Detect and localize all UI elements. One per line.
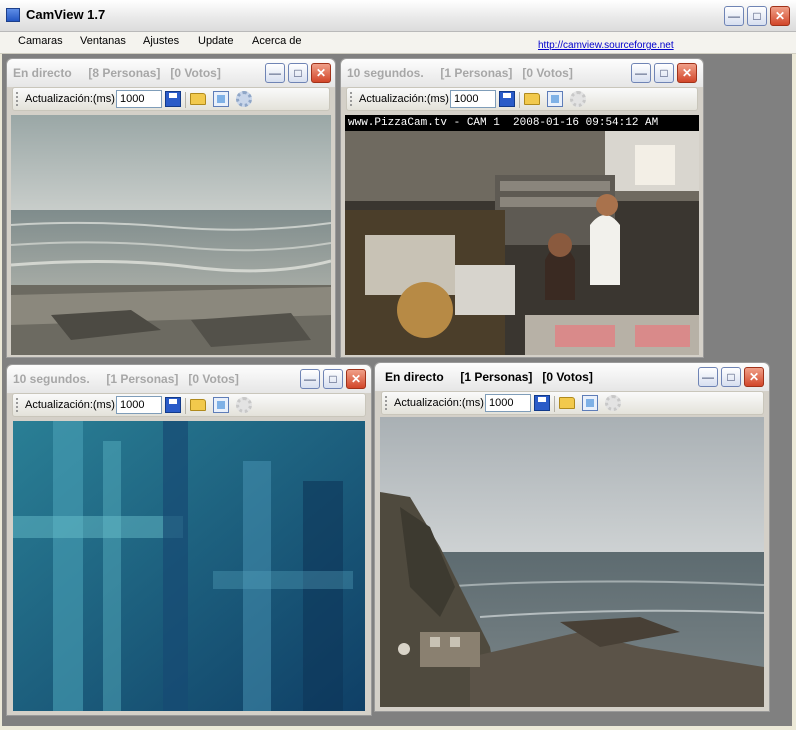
toolbar-separator <box>519 92 520 108</box>
window-title-bar[interactable]: En directo [1 Personas] [0 Votos] — □ ✕ <box>375 363 769 391</box>
window-title-bar[interactable]: En directo [8 Personas] [0 Votos] — □ ✕ <box>7 59 335 87</box>
gear-icon <box>570 91 586 107</box>
minimize-icon[interactable]: — <box>300 369 320 389</box>
menu-ventanas[interactable]: Ventanas <box>80 35 126 47</box>
maximize-icon[interactable]: □ <box>288 63 308 83</box>
camera-feed-beach <box>11 115 331 355</box>
refresh-interval-input[interactable] <box>116 90 162 108</box>
toolbar-grip[interactable] <box>350 92 354 106</box>
website-link[interactable]: http://camview.sourceforge.net <box>538 40 674 51</box>
gear-icon <box>605 395 621 411</box>
window-title-bar[interactable]: 10 segundos. [1 Personas] [0 Votos] — □ … <box>7 365 371 393</box>
save-icon[interactable] <box>165 397 181 413</box>
folder-icon[interactable] <box>559 397 575 409</box>
toolbar-grip[interactable] <box>385 396 389 410</box>
save-icon[interactable] <box>499 91 515 107</box>
menu-ajustes[interactable]: Ajustes <box>143 35 179 47</box>
minimize-icon[interactable]: — <box>631 63 651 83</box>
copy-icon[interactable] <box>547 91 563 107</box>
menu-bar: Camaras Ventanas Ajustes Update Acerca d… <box>0 32 796 54</box>
close-icon[interactable]: ✕ <box>770 6 790 26</box>
maximize-icon[interactable]: □ <box>323 369 343 389</box>
minimize-icon[interactable]: — <box>698 367 718 387</box>
camera-feed-pizzeria: www.PizzaCam.tv - CAM 1 2008-01-16 09:54… <box>345 115 699 355</box>
refresh-label: Actualización:(ms) <box>25 93 115 105</box>
maximize-icon[interactable]: □ <box>654 63 674 83</box>
window-toolbar: Actualización:(ms) <box>381 391 764 415</box>
copy-icon[interactable] <box>213 397 229 413</box>
refresh-interval-input[interactable] <box>450 90 496 108</box>
menu-acerca-de[interactable]: Acerca de <box>252 35 302 47</box>
minimize-icon[interactable]: — <box>724 6 744 26</box>
maximize-icon[interactable]: □ <box>721 367 741 387</box>
maximize-icon[interactable]: □ <box>747 6 767 26</box>
close-icon[interactable]: ✕ <box>677 63 697 83</box>
app-title: CamView 1.7 <box>26 7 106 22</box>
folder-icon[interactable] <box>524 93 540 105</box>
window-toolbar: Actualización:(ms) <box>12 87 330 111</box>
toolbar-grip[interactable] <box>16 398 20 412</box>
window-title: En directo [1 Personas] [0 Votos] <box>385 370 593 384</box>
camera-window-3[interactable]: 10 segundos. [1 Personas] [0 Votos] — □ … <box>6 364 372 716</box>
folder-icon[interactable] <box>190 93 206 105</box>
camera-feed-coast <box>380 417 764 707</box>
camera-app-icon <box>6 8 20 22</box>
toolbar-separator <box>185 398 186 414</box>
gear-icon <box>236 397 252 413</box>
window-title: 10 segundos. [1 Personas] [0 Votos] <box>13 372 239 386</box>
camera-window-4[interactable]: En directo [1 Personas] [0 Votos] — □ ✕ … <box>374 362 770 712</box>
window-title: En directo [8 Personas] [0 Votos] <box>13 66 221 80</box>
save-icon[interactable] <box>165 91 181 107</box>
window-toolbar: Actualización:(ms) <box>12 393 366 417</box>
minimize-icon[interactable]: — <box>265 63 285 83</box>
camera-window-1[interactable]: En directo [8 Personas] [0 Votos] — □ ✕ … <box>6 58 336 358</box>
refresh-label: Actualización:(ms) <box>25 399 115 411</box>
save-icon[interactable] <box>534 395 550 411</box>
toolbar-grip[interactable] <box>16 92 20 106</box>
copy-icon[interactable] <box>582 395 598 411</box>
refresh-label: Actualización:(ms) <box>394 397 484 409</box>
toolbar-separator <box>185 92 186 108</box>
refresh-interval-input[interactable] <box>116 396 162 414</box>
window-title-bar[interactable]: 10 segundos. [1 Personas] [0 Votos] — □ … <box>341 59 703 87</box>
toolbar-separator <box>554 396 555 412</box>
close-icon[interactable]: ✕ <box>346 369 366 389</box>
camera-feed-aquarium <box>13 421 365 711</box>
camera-window-2[interactable]: 10 segundos. [1 Personas] [0 Votos] — □ … <box>340 58 704 358</box>
refresh-interval-input[interactable] <box>485 394 531 412</box>
menu-update[interactable]: Update <box>198 35 233 47</box>
refresh-label: Actualización:(ms) <box>359 93 449 105</box>
folder-icon[interactable] <box>190 399 206 411</box>
close-icon[interactable]: ✕ <box>311 63 331 83</box>
close-icon[interactable]: ✕ <box>744 367 764 387</box>
app-title-bar[interactable]: CamView 1.7 — □ ✕ <box>0 0 796 32</box>
gear-icon[interactable] <box>236 91 252 107</box>
window-title: 10 segundos. [1 Personas] [0 Votos] <box>347 66 573 80</box>
window-toolbar: Actualización:(ms) <box>346 87 698 111</box>
camera-overlay-text: www.PizzaCam.tv - CAM 1 2008-01-16 09:54… <box>345 115 699 131</box>
menu-camaras[interactable]: Camaras <box>18 35 63 47</box>
copy-icon[interactable] <box>213 91 229 107</box>
